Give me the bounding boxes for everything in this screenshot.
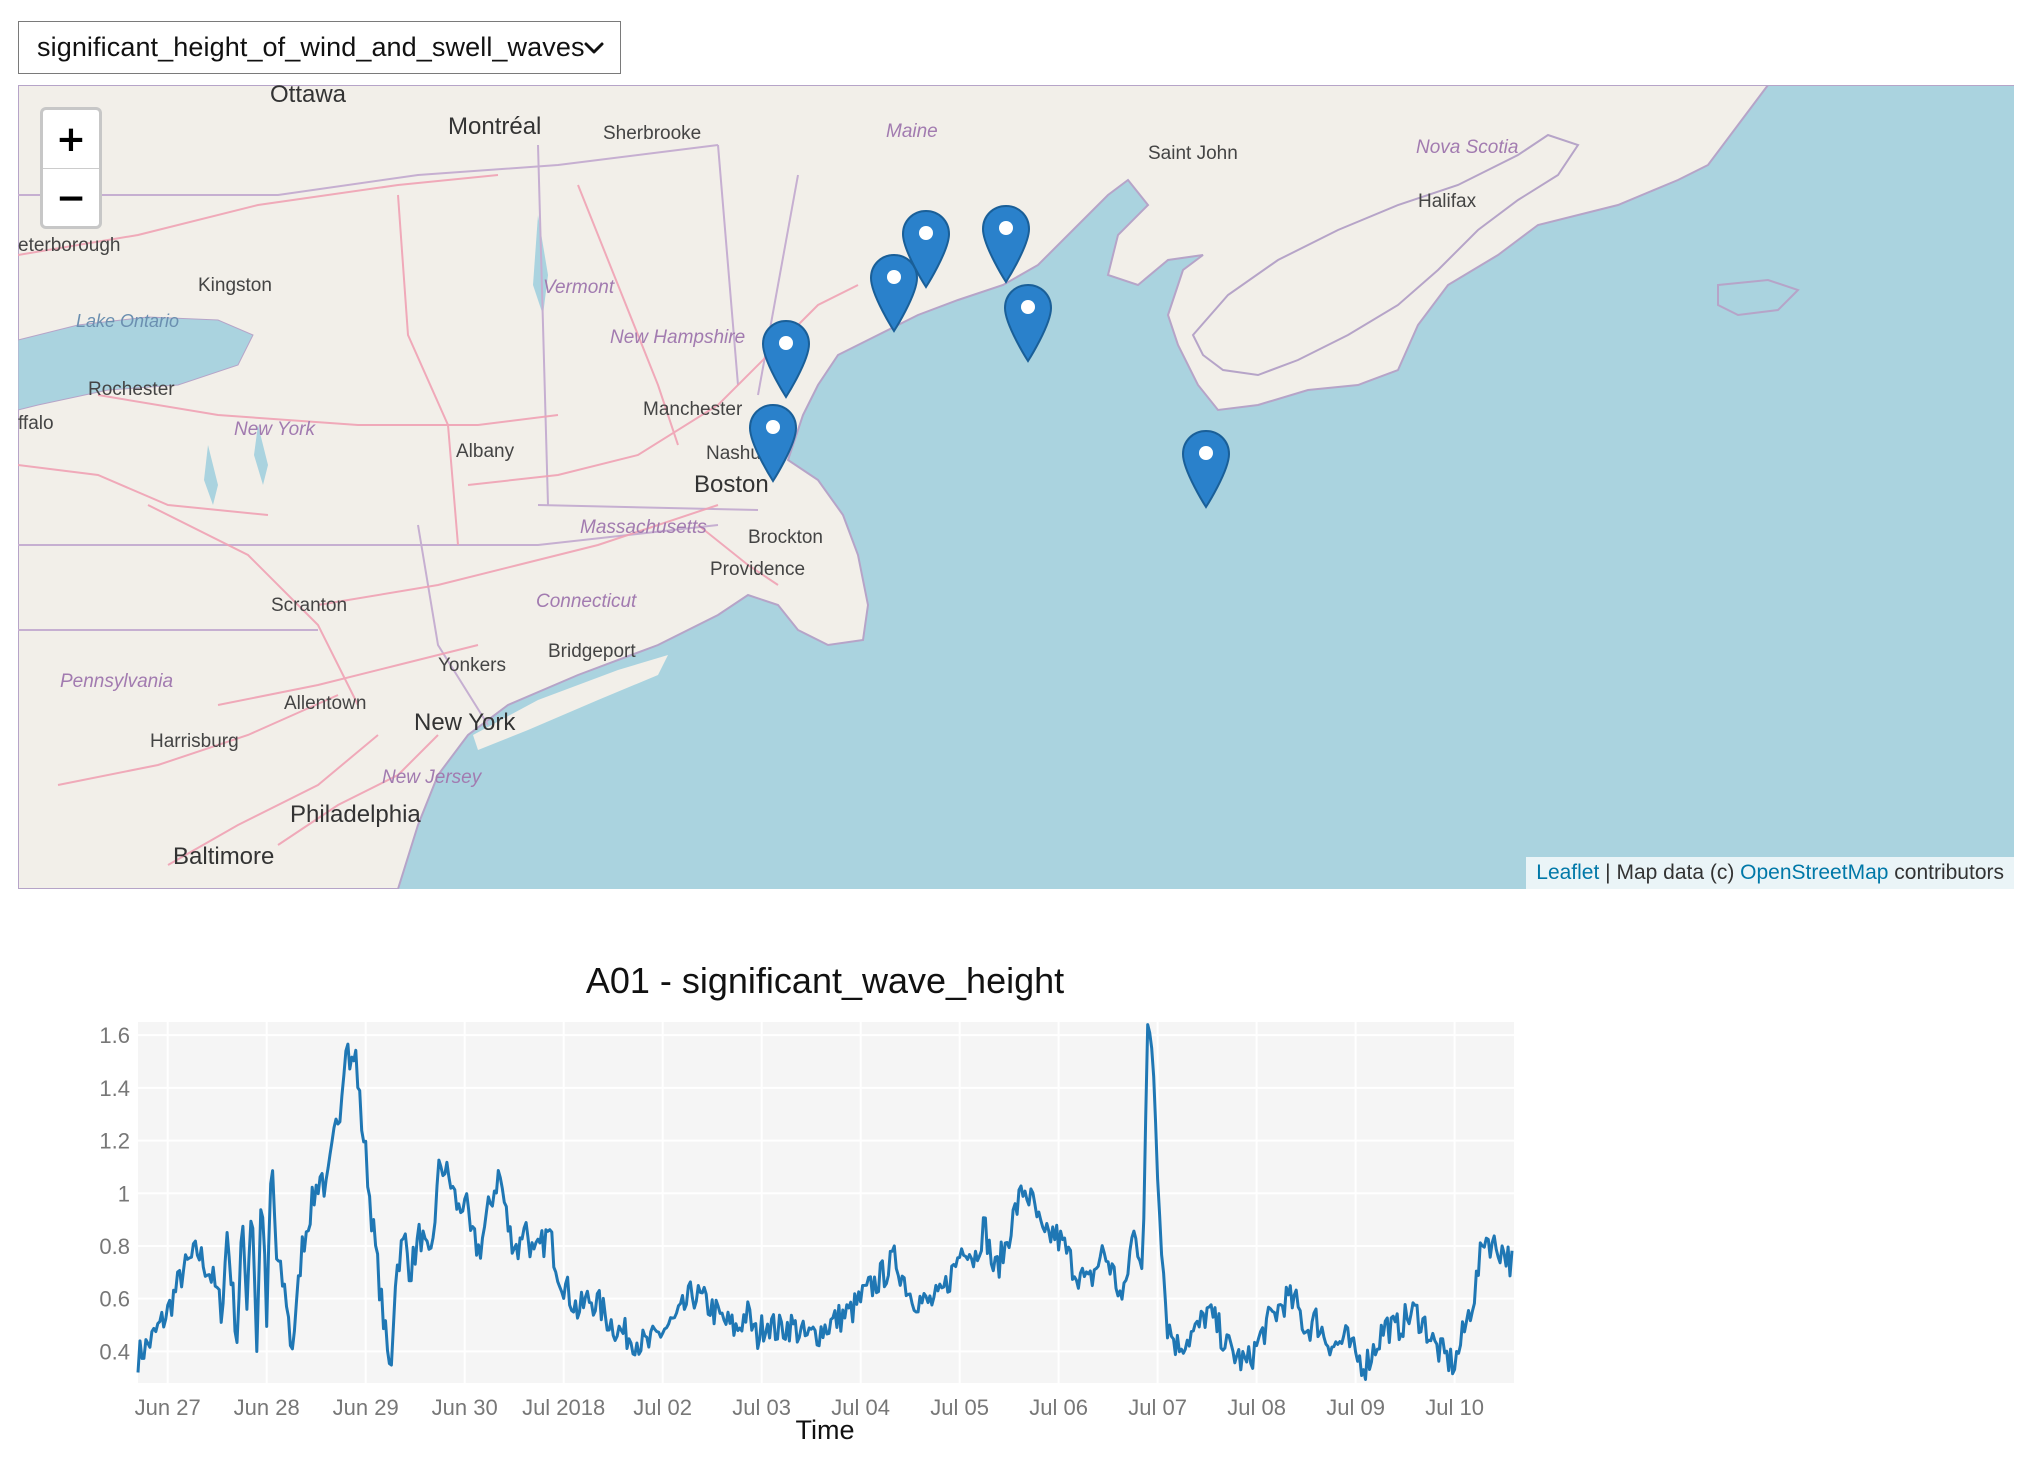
x-axis-label: Time [795, 1415, 855, 1445]
openstreetmap-link[interactable]: OpenStreetMap [1740, 861, 1888, 884]
map-label-allentown: Allentown [284, 693, 367, 714]
map-label-philadelphia: Philadelphia [290, 801, 421, 828]
zoom-control: + − [40, 107, 102, 229]
station-marker-icon[interactable] [748, 403, 798, 485]
map-label-rochester: Rochester [88, 379, 175, 400]
y-tick-label: 1.6 [99, 1023, 130, 1048]
map-label-scranton: Scranton [271, 595, 348, 616]
map-label-ottawa: Ottawa [270, 85, 347, 108]
y-tick-label: 0.4 [99, 1339, 130, 1364]
map-view[interactable]: Ottawa Montréal Sherbrooke Maine Saint J… [18, 85, 2014, 889]
map-label-lake-ontario: Lake Ontario [76, 311, 180, 331]
map-label-massachusetts: Massachusetts [580, 517, 707, 538]
y-tick-label: 1 [118, 1181, 130, 1206]
station-marker-icon[interactable] [981, 204, 1031, 286]
leaflet-link[interactable]: Leaflet [1536, 861, 1599, 884]
station-marker-icon[interactable] [1003, 283, 1053, 365]
map-label-baltimore: Baltimore [173, 843, 275, 870]
y-tick-label: 1.2 [99, 1129, 130, 1154]
map-label-vermont: Vermont [543, 277, 615, 298]
map-label-peterborough: eterborough [18, 235, 121, 256]
y-tick-label: 0.8 [99, 1234, 130, 1259]
map-label-manchester: Manchester [643, 399, 743, 420]
map-label-brockton: Brockton [748, 527, 823, 548]
variable-select[interactable]: significant_height_of_wind_and_swell_wav… [18, 21, 621, 74]
map-label-new-hampshire: New Hampshire [610, 327, 746, 348]
map-label-new-york-state: New York [234, 419, 315, 440]
y-tick-label: 1.4 [99, 1076, 130, 1101]
map-label-pennsylvania: Pennsylvania [60, 671, 174, 692]
y-tick-label: 0.6 [99, 1287, 130, 1312]
map-label-montreal: Montréal [448, 113, 542, 140]
map-label-buffalo: ffalo [18, 413, 54, 434]
station-marker-icon[interactable] [1181, 429, 1231, 511]
variable-select-value: significant_height_of_wind_and_swell_wav… [37, 32, 585, 62]
station-marker-icon[interactable] [761, 319, 811, 401]
attribution-text: | Map data (c) [1599, 861, 1741, 884]
map-label-yonkers: Yonkers [438, 655, 506, 676]
map-attribution: Leaflet | Map data (c) OpenStreetMap con… [1526, 857, 2014, 889]
station-marker-icon[interactable] [901, 209, 951, 291]
attribution-suffix: contributors [1888, 861, 2004, 884]
map-label-connecticut: Connecticut [536, 591, 637, 612]
map-label-nova-scotia: Nova Scotia [1416, 137, 1519, 158]
map-label-new-jersey: New Jersey [382, 767, 482, 788]
map-label-providence: Providence [710, 559, 806, 580]
map-label-saint-john: Saint John [1148, 143, 1238, 164]
map-label-new-york-city: New York [414, 709, 516, 736]
map-label-halifax: Halifax [1418, 191, 1477, 212]
map-label-kingston: Kingston [198, 275, 272, 296]
map-label-sherbrooke: Sherbrooke [603, 123, 702, 144]
map-label-maine: Maine [886, 121, 938, 142]
map-label-albany: Albany [456, 441, 515, 462]
map-label-bridgeport: Bridgeport [548, 641, 636, 662]
zoom-out-button[interactable]: − [43, 169, 99, 226]
chart-title: A01 - significant_wave_height [585, 960, 1065, 1001]
map-label-harrisburg: Harrisburg [150, 731, 239, 752]
wave-height-chart[interactable]: 0.40.60.811.21.41.6Jun 27 Jun 28 Jun 29 Jun… [0, 1000, 1650, 1420]
chevron-down-icon [584, 42, 604, 54]
zoom-in-button[interactable]: + [43, 110, 99, 169]
